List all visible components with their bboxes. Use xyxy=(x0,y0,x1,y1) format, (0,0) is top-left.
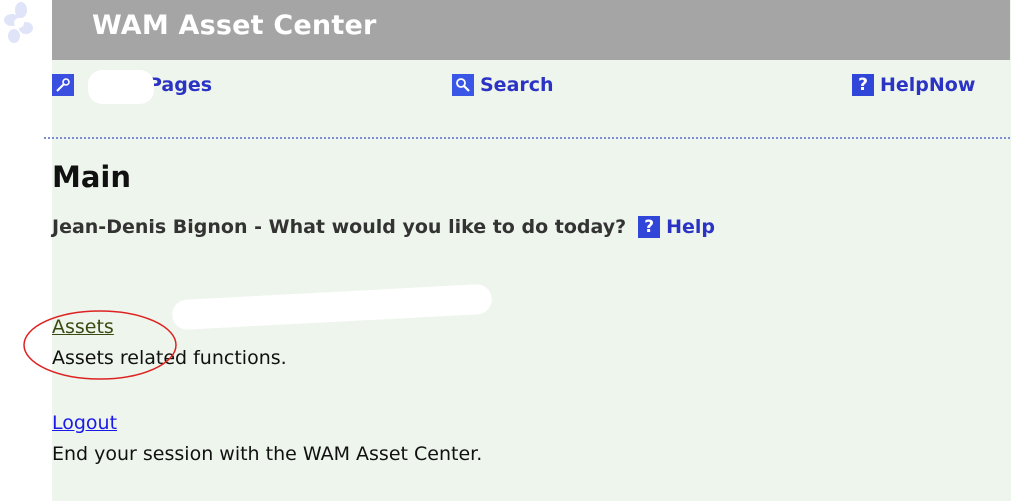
page: WAM Asset Center Pages Search ? HelpNow … xyxy=(0,0,1011,501)
annotation-circle xyxy=(23,310,177,380)
greeting-line: Jean-Denis Bignon - What would you like … xyxy=(52,216,715,238)
dotted-divider xyxy=(44,137,1010,139)
app-title: WAM Asset Center xyxy=(92,10,377,41)
page-title: Main xyxy=(52,160,132,194)
logout-link[interactable]: Logout xyxy=(52,412,117,434)
greeting-text: Jean-Denis Bignon - What would you like … xyxy=(52,216,627,238)
question-mark-icon: ? xyxy=(852,74,874,96)
wrench-icon xyxy=(52,74,74,96)
nav-search[interactable]: Search xyxy=(452,74,554,96)
flower-logo-icon xyxy=(4,2,33,43)
nav-helpnow[interactable]: ? HelpNow xyxy=(852,74,975,96)
logout-description: End your session with the WAM Asset Cent… xyxy=(52,443,483,465)
question-mark-icon: ? xyxy=(638,216,661,238)
main-panel: WAM Asset Center Pages Search ? HelpNow … xyxy=(44,0,1011,501)
help-label: Help xyxy=(666,216,716,238)
nav-pages-label: Pages xyxy=(148,74,213,96)
help-link[interactable]: ? Help xyxy=(638,216,715,238)
smudge xyxy=(171,283,493,331)
title-bar: WAM Asset Center xyxy=(52,0,1010,60)
magnifier-icon xyxy=(452,74,474,96)
nav-bar: Pages Search ? HelpNow xyxy=(52,62,1010,112)
smudge xyxy=(88,70,154,104)
nav-search-label: Search xyxy=(480,74,554,96)
nav-helpnow-label: HelpNow xyxy=(880,74,976,96)
